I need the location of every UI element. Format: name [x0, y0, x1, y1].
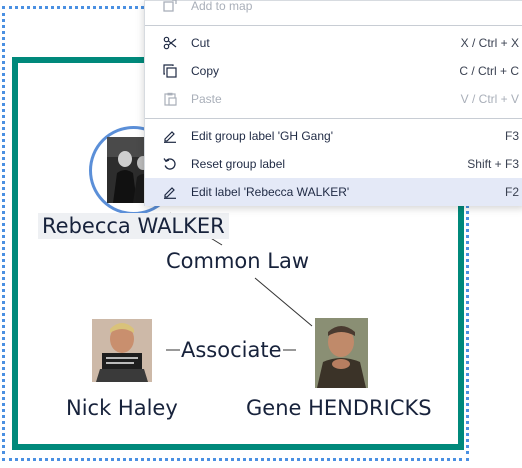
menu-item-reset-group-label[interactable]: Reset group label Shift + F3: [145, 150, 522, 178]
context-menu: Add to map Cut X / Ctrl + X Copy C / Ctr…: [144, 0, 522, 206]
menu-item-label: Paste: [191, 92, 222, 106]
add-to-map-icon: [161, 0, 179, 15]
menu-item-shortcut: C / Ctrl + C: [459, 64, 519, 78]
gene-label[interactable]: Gene HENDRICKS: [246, 396, 432, 420]
pencil-icon: [161, 127, 179, 145]
menu-item-copy[interactable]: Copy C / Ctrl + C: [145, 57, 522, 85]
menu-item-label: Reset group label: [191, 157, 286, 171]
copy-icon: [161, 62, 179, 80]
menu-item-shortcut: X / Ctrl + X: [460, 36, 519, 50]
menu-item-label: Copy: [191, 64, 220, 78]
menu-separator: [145, 25, 522, 26]
paste-icon: [161, 90, 179, 108]
pencil-icon: [161, 183, 179, 201]
menu-item-shortcut: F3: [504, 129, 519, 143]
menu-item-edit-label[interactable]: Edit label 'Rebecca WALKER' F2: [145, 178, 522, 206]
menu-item-shortcut: Shift + F3: [467, 157, 519, 171]
reset-icon: [161, 155, 179, 173]
nick-photo[interactable]: [92, 319, 152, 382]
menu-item-paste[interactable]: Paste V / Ctrl + V: [145, 85, 522, 113]
gene-photo-image: [315, 318, 368, 388]
scissors-icon: [161, 34, 179, 52]
nick-photo-image: [92, 319, 152, 382]
menu-item-label: Edit group label 'GH Gang': [191, 129, 333, 143]
gene-photo[interactable]: [315, 318, 368, 388]
menu-item-label: Add to map: [191, 0, 253, 13]
rebecca-label[interactable]: Rebecca WALKER: [38, 213, 229, 239]
associate-link-label[interactable]: Associate: [180, 338, 283, 362]
nick-label[interactable]: Nick Haley: [66, 396, 178, 420]
common-law-link-label[interactable]: Common Law: [165, 249, 311, 273]
menu-item-label: Cut: [191, 36, 210, 50]
menu-item-edit-group-label[interactable]: Edit group label 'GH Gang' F3: [145, 122, 522, 150]
menu-item-shortcut: F2: [504, 185, 519, 199]
menu-item-add-to-map[interactable]: Add to map: [145, 0, 522, 20]
menu-separator: [145, 118, 522, 119]
menu-item-shortcut: V / Ctrl + V: [460, 92, 519, 106]
menu-item-cut[interactable]: Cut X / Ctrl + X: [145, 29, 522, 57]
menu-item-label: Edit label 'Rebecca WALKER': [191, 185, 350, 199]
